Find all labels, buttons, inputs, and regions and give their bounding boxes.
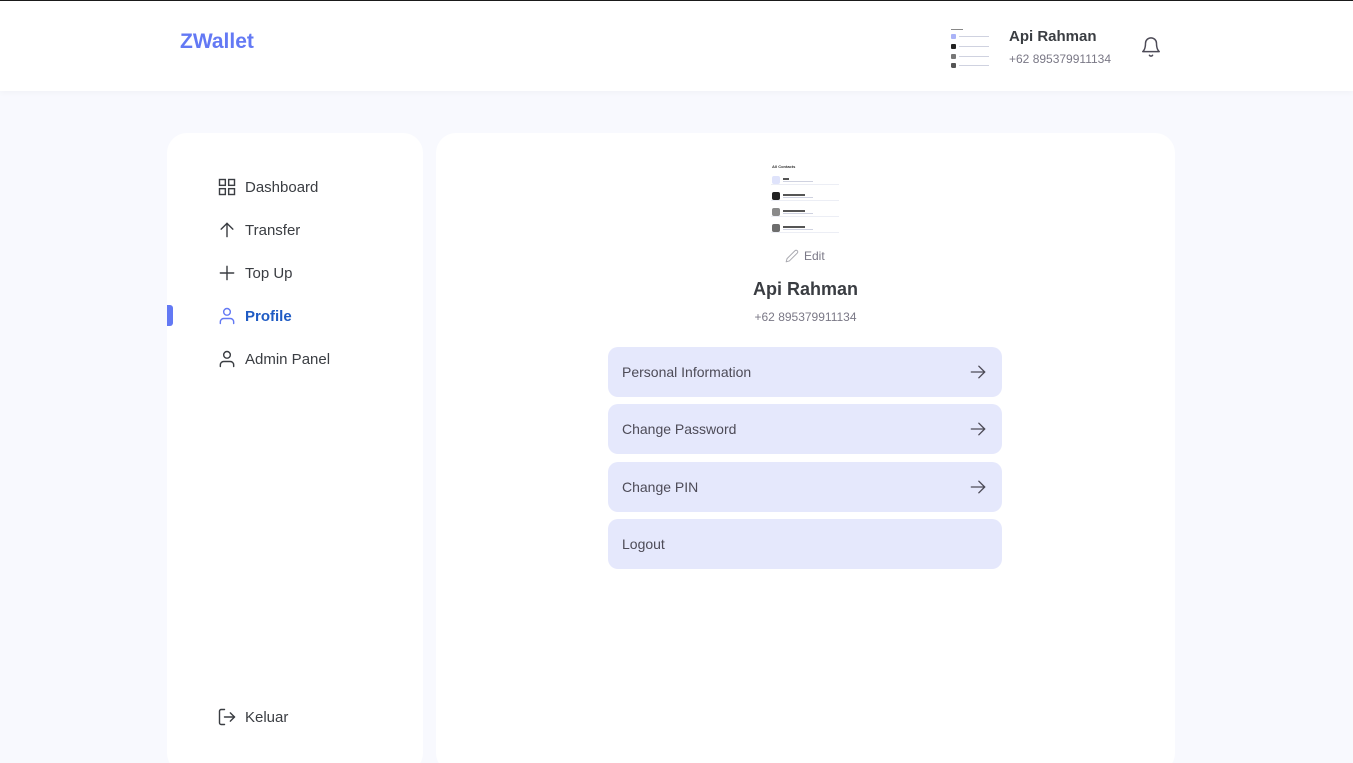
edit-profile-button[interactable]: Edit — [785, 249, 825, 263]
arrow-up-icon — [220, 222, 234, 238]
thumbnail-title: All Contacts — [772, 164, 796, 169]
sidebar-item-transfer[interactable]: Transfer — [217, 218, 300, 242]
sidebar-item-profile[interactable]: Profile — [217, 304, 292, 328]
profile-picture[interactable]: All Contacts — [769, 161, 841, 237]
logout-button[interactable]: Logout — [608, 519, 1002, 569]
sidebar-item-label: Admin Panel — [245, 350, 331, 368]
active-indicator — [167, 305, 173, 326]
grid-icon — [218, 178, 236, 196]
sidebar-item-dashboard[interactable]: Dashboard — [217, 175, 318, 199]
edit-label: Edit — [804, 249, 825, 263]
plus-icon — [219, 265, 235, 281]
sidebar: Dashboard Transfer Top Up Profile Admin … — [167, 133, 423, 763]
sidebar-item-label: Top Up — [245, 264, 293, 282]
change-pin-button[interactable]: Change PIN — [608, 462, 1002, 512]
sidebar-item-label: Profile — [245, 307, 292, 325]
bell-icon[interactable] — [1140, 35, 1162, 59]
header-avatar[interactable] — [948, 23, 994, 69]
sidebar-item-admin-panel[interactable]: Admin Panel — [217, 347, 330, 371]
app-logo[interactable]: ZWallet — [180, 30, 254, 54]
menu-label: Personal Information — [622, 364, 752, 380]
log-out-icon — [218, 708, 236, 726]
arrow-right-icon — [970, 365, 986, 379]
menu-label: Change PIN — [622, 479, 699, 495]
user-icon — [219, 350, 235, 368]
sidebar-item-label: Keluar — [245, 708, 289, 726]
sidebar-item-label: Transfer — [245, 221, 301, 239]
profile-panel: All Contacts Edit Api Rahman +62 8953799… — [436, 133, 1175, 763]
profile-phone: +62 895379911134 — [754, 310, 857, 324]
menu-label: Logout — [622, 536, 665, 552]
menu-label: Change Password — [622, 421, 737, 437]
arrow-right-icon — [970, 480, 986, 494]
header-user-name: Api Rahman — [1009, 28, 1097, 45]
top-navbar: ZWallet Api Rahman +62 895379911134 — [0, 0, 1353, 91]
personal-information-button[interactable]: Personal Information — [608, 347, 1002, 397]
change-password-button[interactable]: Change Password — [608, 404, 1002, 454]
sidebar-item-topup[interactable]: Top Up — [217, 261, 293, 285]
user-icon — [219, 307, 235, 325]
header-user-phone: +62 895379911134 — [1009, 52, 1111, 66]
sidebar-item-keluar[interactable]: Keluar — [217, 705, 288, 729]
pencil-icon — [785, 249, 799, 263]
sidebar-item-label: Dashboard — [245, 178, 319, 196]
profile-name: Api Rahman — [752, 279, 858, 299]
arrow-right-icon — [970, 422, 986, 436]
